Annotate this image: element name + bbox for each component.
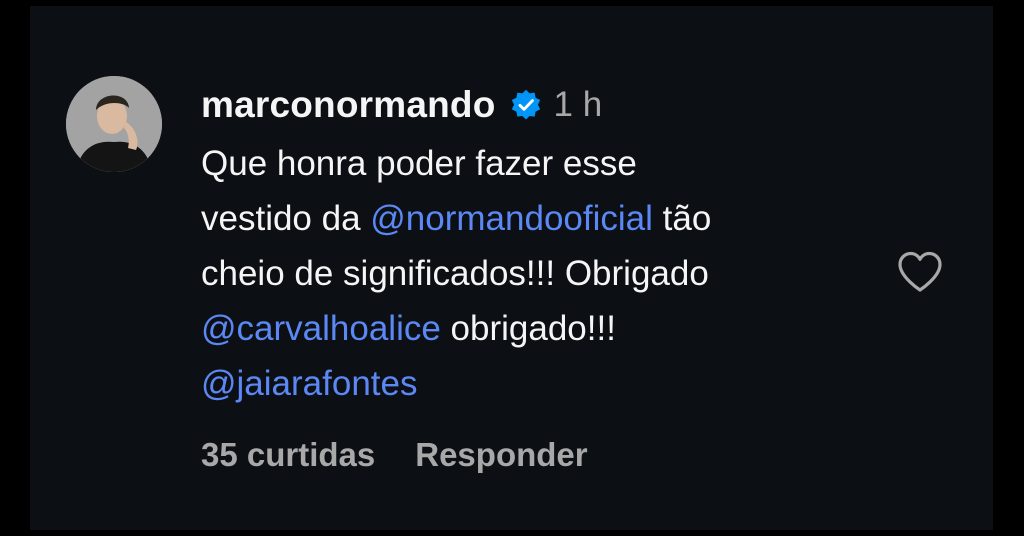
comment-text: Que honra poder fazer esse vestido da @n… [201, 136, 881, 411]
avatar[interactable] [66, 76, 162, 172]
heart-outline-icon[interactable] [896, 250, 944, 294]
reply-button[interactable]: Responder [415, 436, 587, 474]
comment-content: marconormando 1 h Que honra poder fazer … [201, 80, 881, 411]
comment-line: cheio de significados!!! Obrigado [201, 254, 709, 293]
comment-line: obrigado!!! [440, 309, 616, 348]
mention-link[interactable]: @normandooficial [370, 199, 653, 238]
comment-line: vestido da [201, 199, 371, 238]
username-link[interactable]: marconormando [201, 84, 496, 126]
likes-count[interactable]: 35 curtidas [201, 436, 375, 474]
mention-link[interactable]: @jaiarafontes [201, 364, 417, 403]
comment-line: tão [652, 199, 712, 238]
comment-timestamp: 1 h [553, 85, 603, 124]
mention-link[interactable]: @carvalhoalice [201, 309, 441, 348]
comment-line: Que honra poder fazer esse [201, 144, 637, 183]
comment-footer: 35 curtidas Responder [201, 436, 588, 474]
verified-badge-icon [510, 89, 542, 121]
comment-header: marconormando 1 h [201, 80, 881, 130]
